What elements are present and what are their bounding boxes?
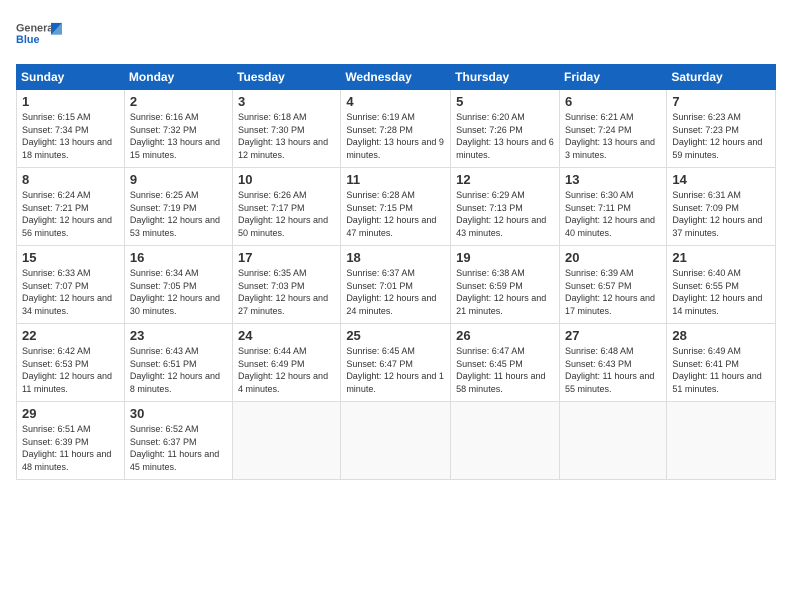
header: General Blue: [16, 16, 776, 54]
table-row: 16Sunrise: 6:34 AMSunset: 7:05 PMDayligh…: [124, 246, 232, 324]
table-row: 10Sunrise: 6:26 AMSunset: 7:17 PMDayligh…: [233, 168, 341, 246]
table-row: 26Sunrise: 6:47 AMSunset: 6:45 PMDayligh…: [451, 324, 560, 402]
svg-text:General: General: [16, 22, 56, 34]
header-friday: Friday: [559, 65, 666, 90]
table-row: 13Sunrise: 6:30 AMSunset: 7:11 PMDayligh…: [559, 168, 666, 246]
table-row: 15Sunrise: 6:33 AMSunset: 7:07 PMDayligh…: [17, 246, 125, 324]
table-row: 17Sunrise: 6:35 AMSunset: 7:03 PMDayligh…: [233, 246, 341, 324]
table-row: 25Sunrise: 6:45 AMSunset: 6:47 PMDayligh…: [341, 324, 451, 402]
table-row: 5Sunrise: 6:20 AMSunset: 7:26 PMDaylight…: [451, 90, 560, 168]
table-row: 24Sunrise: 6:44 AMSunset: 6:49 PMDayligh…: [233, 324, 341, 402]
svg-text:Blue: Blue: [16, 34, 39, 46]
table-row: [233, 402, 341, 480]
table-row: 20Sunrise: 6:39 AMSunset: 6:57 PMDayligh…: [559, 246, 666, 324]
header-sunday: Sunday: [17, 65, 125, 90]
table-row: 21Sunrise: 6:40 AMSunset: 6:55 PMDayligh…: [667, 246, 776, 324]
table-row: 11Sunrise: 6:28 AMSunset: 7:15 PMDayligh…: [341, 168, 451, 246]
week-row: 8Sunrise: 6:24 AMSunset: 7:21 PMDaylight…: [17, 168, 776, 246]
table-row: 18Sunrise: 6:37 AMSunset: 7:01 PMDayligh…: [341, 246, 451, 324]
logo-icon: General Blue: [16, 16, 66, 54]
table-row: [667, 402, 776, 480]
table-row: 6Sunrise: 6:21 AMSunset: 7:24 PMDaylight…: [559, 90, 666, 168]
table-row: 23Sunrise: 6:43 AMSunset: 6:51 PMDayligh…: [124, 324, 232, 402]
days-header-row: Sunday Monday Tuesday Wednesday Thursday…: [17, 65, 776, 90]
table-row: [559, 402, 666, 480]
table-row: 19Sunrise: 6:38 AMSunset: 6:59 PMDayligh…: [451, 246, 560, 324]
table-row: [451, 402, 560, 480]
table-row: 4Sunrise: 6:19 AMSunset: 7:28 PMDaylight…: [341, 90, 451, 168]
table-row: 28Sunrise: 6:49 AMSunset: 6:41 PMDayligh…: [667, 324, 776, 402]
table-row: 12Sunrise: 6:29 AMSunset: 7:13 PMDayligh…: [451, 168, 560, 246]
table-row: 22Sunrise: 6:42 AMSunset: 6:53 PMDayligh…: [17, 324, 125, 402]
table-row: 29Sunrise: 6:51 AMSunset: 6:39 PMDayligh…: [17, 402, 125, 480]
table-row: 7Sunrise: 6:23 AMSunset: 7:23 PMDaylight…: [667, 90, 776, 168]
table-row: 1Sunrise: 6:15 AMSunset: 7:34 PMDaylight…: [17, 90, 125, 168]
header-thursday: Thursday: [451, 65, 560, 90]
calendar-table: Sunday Monday Tuesday Wednesday Thursday…: [16, 64, 776, 480]
table-row: 27Sunrise: 6:48 AMSunset: 6:43 PMDayligh…: [559, 324, 666, 402]
table-row: 14Sunrise: 6:31 AMSunset: 7:09 PMDayligh…: [667, 168, 776, 246]
table-row: 3Sunrise: 6:18 AMSunset: 7:30 PMDaylight…: [233, 90, 341, 168]
header-saturday: Saturday: [667, 65, 776, 90]
table-row: 9Sunrise: 6:25 AMSunset: 7:19 PMDaylight…: [124, 168, 232, 246]
table-row: 30Sunrise: 6:52 AMSunset: 6:37 PMDayligh…: [124, 402, 232, 480]
header-tuesday: Tuesday: [233, 65, 341, 90]
week-row: 22Sunrise: 6:42 AMSunset: 6:53 PMDayligh…: [17, 324, 776, 402]
header-wednesday: Wednesday: [341, 65, 451, 90]
calendar-page: General Blue Sunday Monday Tuesday Wedne…: [0, 0, 792, 612]
week-row: 29Sunrise: 6:51 AMSunset: 6:39 PMDayligh…: [17, 402, 776, 480]
week-row: 1Sunrise: 6:15 AMSunset: 7:34 PMDaylight…: [17, 90, 776, 168]
table-row: [341, 402, 451, 480]
table-row: 2Sunrise: 6:16 AMSunset: 7:32 PMDaylight…: [124, 90, 232, 168]
table-row: 8Sunrise: 6:24 AMSunset: 7:21 PMDaylight…: [17, 168, 125, 246]
logo: General Blue: [16, 16, 66, 54]
week-row: 15Sunrise: 6:33 AMSunset: 7:07 PMDayligh…: [17, 246, 776, 324]
header-monday: Monday: [124, 65, 232, 90]
